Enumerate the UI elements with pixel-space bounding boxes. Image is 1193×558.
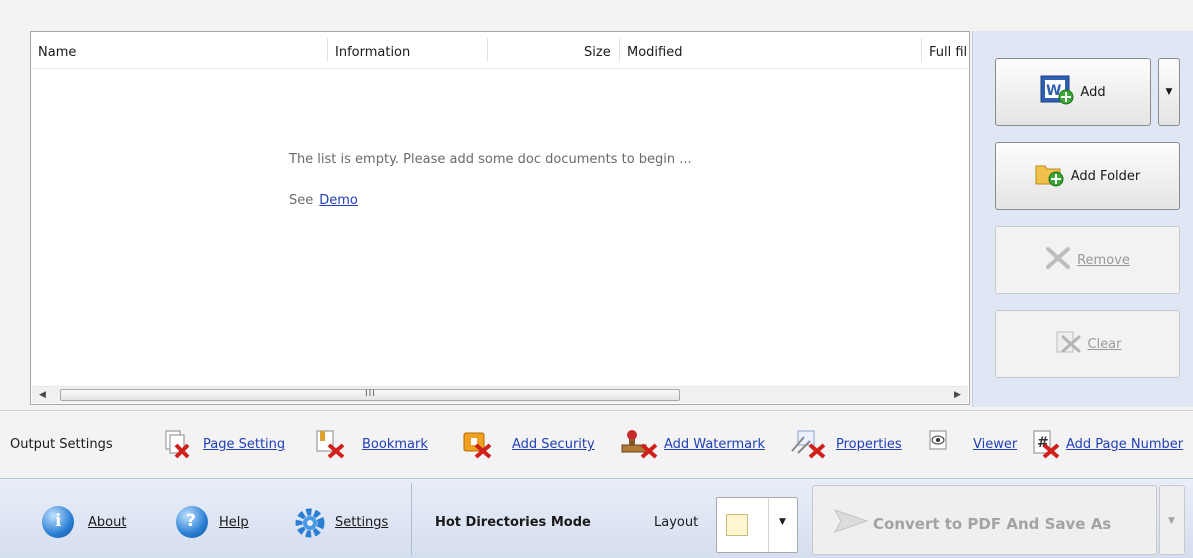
watermark-stamp-icon[interactable] xyxy=(620,429,658,459)
bookmark-icon[interactable] xyxy=(314,429,345,459)
add-button-label: Add xyxy=(1080,84,1106,100)
column-header-full-filename[interactable]: Full fil xyxy=(929,45,967,60)
convert-arrow-icon xyxy=(833,506,873,540)
help-button[interactable]: Help xyxy=(219,515,249,530)
convert-to-pdf-button[interactable]: Convert to PDF And Save As xyxy=(812,485,1157,555)
clear-button-label: Clear xyxy=(1087,336,1122,352)
add-dropdown-button[interactable]: ▼ xyxy=(1158,58,1180,126)
add-page-number-link[interactable]: Add Page Number xyxy=(1066,437,1183,452)
see-label: See xyxy=(289,193,314,208)
column-header-name[interactable]: Name xyxy=(38,45,76,60)
empty-list-message: The list is empty. Please add some doc d… xyxy=(289,152,692,167)
chevron-down-icon: ▼ xyxy=(779,517,786,527)
page-number-icon[interactable]: # xyxy=(1032,429,1062,459)
scroll-left-arrow-icon[interactable]: ◀ xyxy=(34,387,51,403)
output-settings-toolbar: Output Settings Page Setting Bookmark Ad… xyxy=(0,410,1193,474)
remove-button[interactable]: Remove xyxy=(995,226,1180,294)
clear-list-icon xyxy=(1054,330,1082,358)
viewer-link[interactable]: Viewer xyxy=(973,437,1017,452)
convert-dropdown-button[interactable]: ▼ xyxy=(1159,485,1185,555)
add-folder-button[interactable]: Add Folder xyxy=(995,142,1180,210)
horizontal-scrollbar[interactable]: ◀ III ▶ xyxy=(32,386,968,403)
word-document-add-icon: W xyxy=(1040,75,1074,109)
output-settings-label: Output Settings xyxy=(10,437,113,452)
bookmark-link[interactable]: Bookmark xyxy=(362,437,428,452)
hot-directories-mode-button[interactable]: Hot Directories Mode xyxy=(435,515,591,530)
layout-divider xyxy=(768,498,769,552)
add-security-link[interactable]: Add Security xyxy=(512,437,595,452)
about-button[interactable]: About xyxy=(88,515,126,530)
viewer-eye-icon[interactable] xyxy=(928,429,958,459)
add-watermark-link[interactable]: Add Watermark xyxy=(664,437,765,452)
chevron-down-icon: ▼ xyxy=(1168,516,1175,526)
remove-x-icon xyxy=(1045,246,1071,274)
layout-selector[interactable]: ▼ xyxy=(716,497,798,553)
demo-link[interactable]: Demo xyxy=(319,193,358,208)
column-separator[interactable] xyxy=(327,38,328,62)
settings-gear-icon[interactable] xyxy=(295,508,325,542)
toolbar-separator xyxy=(411,483,412,555)
scrollbar-thumb[interactable]: III xyxy=(60,389,680,401)
add-folder-button-label: Add Folder xyxy=(1070,168,1141,184)
column-separator[interactable] xyxy=(619,38,620,62)
properties-icon[interactable] xyxy=(790,429,826,459)
see-demo-line: See Demo xyxy=(289,193,358,208)
scroll-right-arrow-icon[interactable]: ▶ xyxy=(949,387,966,403)
column-header-modified[interactable]: Modified xyxy=(627,45,682,60)
scrollbar-grip-icon: III xyxy=(365,389,376,399)
folder-add-icon xyxy=(1035,161,1065,191)
column-header-information[interactable]: Information xyxy=(335,45,410,60)
chevron-down-icon: ▼ xyxy=(1165,87,1173,97)
column-separator[interactable] xyxy=(487,38,488,62)
column-header-size[interactable]: Size xyxy=(584,45,611,60)
convert-button-label: Convert to PDF And Save As xyxy=(873,515,1112,533)
settings-button[interactable]: Settings xyxy=(335,515,388,530)
layout-label: Layout xyxy=(654,515,699,530)
properties-link[interactable]: Properties xyxy=(836,437,902,452)
about-info-icon[interactable]: i xyxy=(42,506,74,538)
column-separator[interactable] xyxy=(921,38,922,62)
remove-button-label: Remove xyxy=(1077,252,1130,268)
file-list[interactable]: Name Information Size Modified Full fil … xyxy=(30,31,970,405)
header-divider xyxy=(31,68,969,69)
action-panel: W Add ▼ Add Folder Remove Clear xyxy=(972,31,1193,407)
page-setting-icon[interactable] xyxy=(163,429,193,459)
help-question-icon[interactable]: ? xyxy=(176,506,208,538)
add-button[interactable]: W Add xyxy=(995,58,1151,126)
security-lock-icon[interactable] xyxy=(462,429,492,459)
layout-swatch xyxy=(726,514,748,536)
page-setting-link[interactable]: Page Setting xyxy=(203,437,285,452)
clear-button[interactable]: Clear xyxy=(995,310,1180,378)
bottom-toolbar: i About ? Help Settings Hot Directories … xyxy=(0,478,1193,558)
